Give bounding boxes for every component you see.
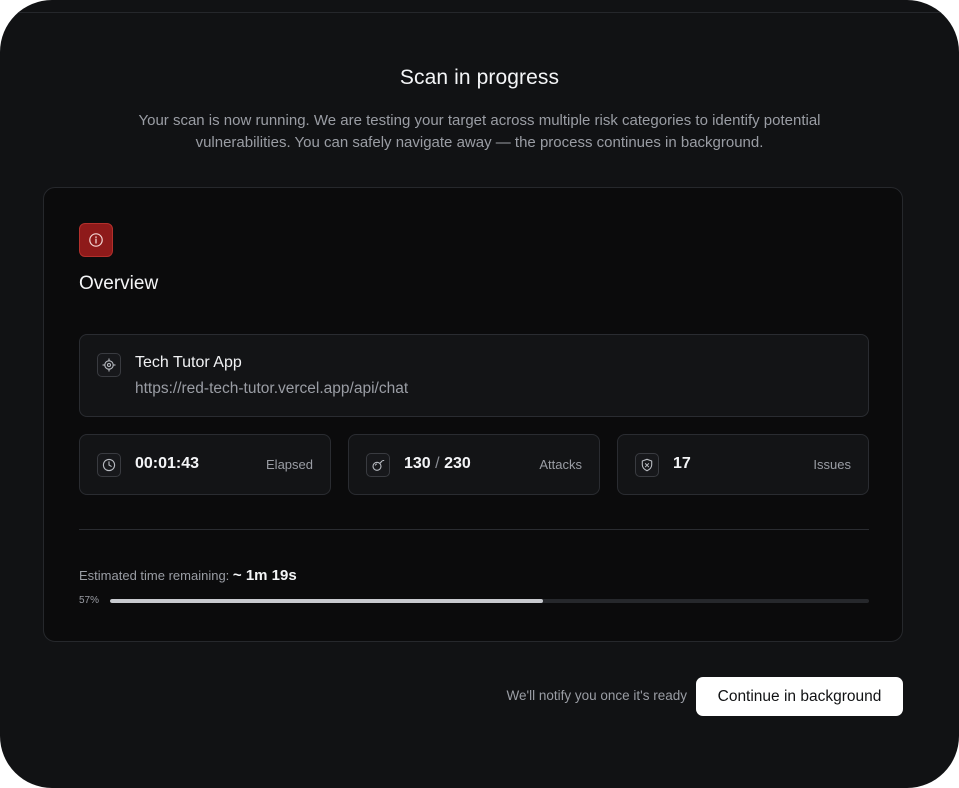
bomb-icon bbox=[366, 453, 390, 477]
elapsed-label: Elapsed bbox=[266, 457, 313, 472]
info-icon bbox=[79, 223, 113, 257]
eta-label: Estimated time remaining: bbox=[79, 568, 230, 583]
attacks-separator: / bbox=[435, 455, 440, 472]
top-divider bbox=[0, 12, 959, 13]
section-divider bbox=[79, 529, 869, 530]
progress-percent: 57% bbox=[79, 595, 100, 606]
target-info: Tech Tutor App https://red-tech-tutor.ve… bbox=[79, 334, 869, 417]
continue-in-background-button[interactable]: Continue in background bbox=[696, 677, 903, 716]
overview-title: Overview bbox=[79, 273, 159, 294]
target-name: Tech Tutor App bbox=[135, 354, 242, 371]
eta-value: ~ 1m 19s bbox=[232, 567, 297, 584]
attacks-total: 230 bbox=[444, 455, 471, 472]
page-subtitle: Your scan is now running. We are testing… bbox=[138, 112, 821, 151]
attacks-label: Attacks bbox=[539, 457, 582, 472]
stat-issues: 17 Issues bbox=[617, 434, 869, 495]
issues-label: Issues bbox=[813, 457, 851, 472]
overview-card: Overview Tech Tutor App https://red-tech… bbox=[43, 187, 903, 642]
elapsed-value: 00:01:43 bbox=[135, 455, 200, 472]
target-url: https://red-tech-tutor.vercel.app/api/ch… bbox=[135, 380, 409, 397]
clock-icon bbox=[97, 453, 121, 477]
attacks-done: 130 bbox=[404, 455, 431, 472]
shield-icon bbox=[635, 453, 659, 477]
eta-text: Estimated time remaining: ~ 1m 19s bbox=[79, 567, 297, 584]
scan-progress-modal: Scan in progress Your scan is now runnin… bbox=[0, 0, 959, 788]
page-title: Scan in progress bbox=[399, 66, 560, 89]
stat-elapsed: 00:01:43 Elapsed bbox=[79, 434, 331, 495]
progress-fill bbox=[110, 599, 543, 603]
progress-bar bbox=[110, 599, 869, 603]
target-icon bbox=[97, 353, 121, 377]
attacks-value: 130 / 230 bbox=[404, 455, 471, 473]
stat-attacks: 130 / 230 Attacks bbox=[348, 434, 600, 495]
notify-text: We'll notify you once it's ready bbox=[506, 688, 688, 703]
issues-value: 17 bbox=[673, 455, 691, 472]
